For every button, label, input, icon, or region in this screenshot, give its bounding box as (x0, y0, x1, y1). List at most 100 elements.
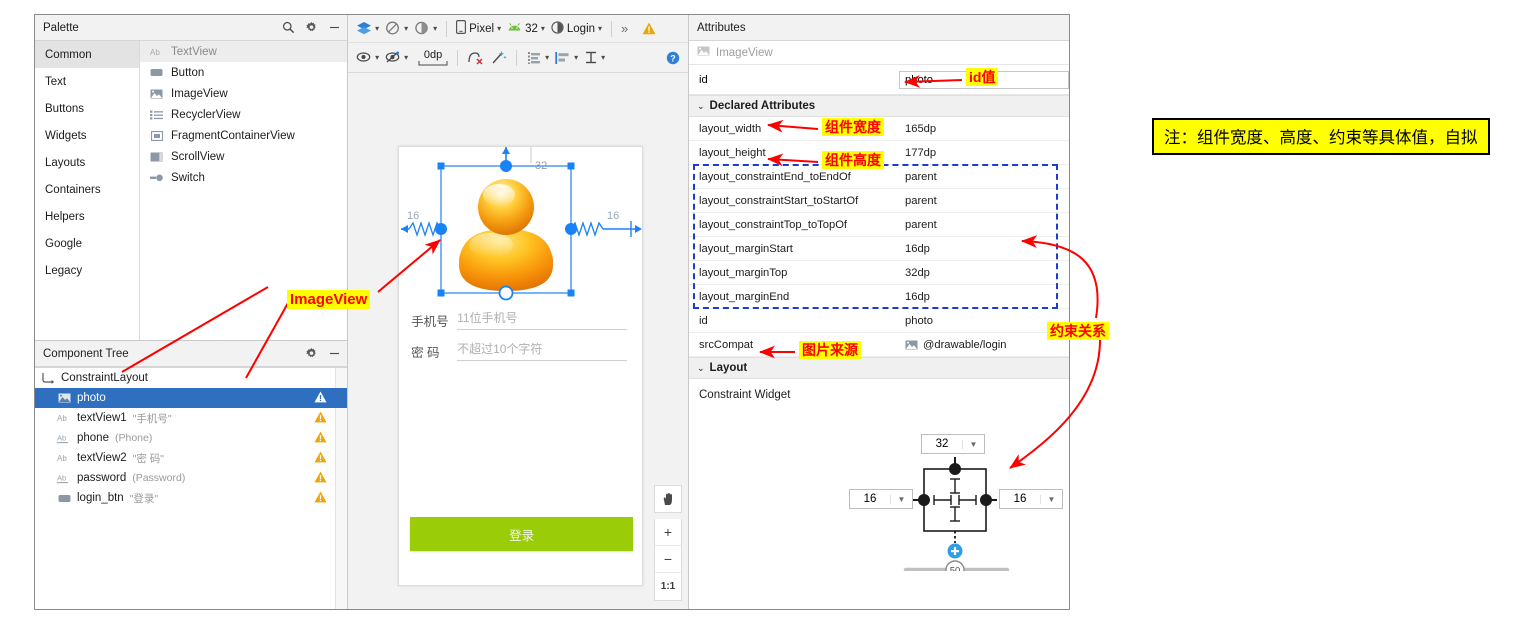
section-declared-attributes[interactable]: ⌄ Declared Attributes (689, 95, 1069, 117)
minimize-icon[interactable] (327, 347, 341, 361)
baseline-icon[interactable]: ▾ (581, 49, 608, 67)
warning-icon[interactable] (314, 411, 327, 426)
zoom-out-button[interactable]: − (655, 546, 681, 573)
toggle-constraints-icon[interactable]: ▾ (382, 49, 411, 66)
zoom-actual-size-button[interactable]: 1:1 (655, 573, 681, 600)
attribute-value[interactable]: 177dp (899, 147, 1069, 159)
warning-icon[interactable] (314, 471, 327, 486)
constraint-widget[interactable]: 32 ▼ 16 ▼ 16 ▼ 50 (689, 401, 1069, 571)
attribute-row-marginstart[interactable]: layout_marginStart 16dp (689, 237, 1069, 261)
search-icon[interactable] (281, 21, 295, 35)
switch-icon (149, 171, 164, 184)
preview-phone-input[interactable]: 11位手机号 (457, 309, 628, 330)
preview-password-input[interactable]: 不超过10个字符 (457, 340, 628, 361)
attribute-value[interactable]: 32dp (899, 267, 1069, 279)
attribute-value[interactable]: parent (899, 219, 1069, 231)
attribute-value[interactable]: photo (899, 315, 1069, 327)
palette-category-widgets[interactable]: Widgets (35, 122, 139, 149)
api-label: 32 (525, 22, 538, 35)
tree-node-phone[interactable]: Ab phone (Phone) (35, 428, 347, 448)
overflow-chevrons[interactable]: » (618, 19, 631, 38)
attribute-row-id-dup[interactable]: id photo (689, 309, 1069, 333)
tree-node-constraintlayout[interactable]: ConstraintLayout (35, 368, 347, 388)
tree-node-photo[interactable]: photo (35, 388, 348, 408)
theme-label: Login (566, 22, 596, 35)
attribute-value[interactable]: 165dp (899, 123, 1069, 135)
attribute-value[interactable]: 16dp (899, 291, 1069, 303)
palette-category-helpers[interactable]: Helpers (35, 203, 139, 230)
clear-constraints-icon[interactable] (464, 48, 487, 67)
tree-node-label: password (77, 472, 127, 484)
zoom-in-button[interactable]: + (655, 519, 681, 546)
tree-node-textview1[interactable]: Ab textView1 "手机号" (35, 408, 347, 428)
tree-node-value: (Password) (132, 472, 186, 484)
palette-category-google[interactable]: Google (35, 230, 139, 257)
preview-login-button[interactable]: 登录 (410, 517, 634, 551)
gear-icon[interactable] (304, 21, 318, 35)
minimize-icon[interactable] (327, 21, 341, 35)
palette-category-legacy[interactable]: Legacy (35, 257, 139, 284)
align-icon[interactable]: ▾ (552, 49, 581, 67)
attribute-row-margintop[interactable]: layout_marginTop 32dp (689, 261, 1069, 285)
palette-category-text[interactable]: Text (35, 68, 139, 95)
phone-preview[interactable]: 32 16 16 手机号 11位手机号 密 码 不超过10个字符 登录 (398, 146, 644, 586)
palette-item-label: ImageView (171, 87, 228, 100)
theme-selector[interactable]: Login ▾ (548, 19, 605, 39)
constraint-widget-title: Constraint Widget (699, 389, 791, 401)
api-selector[interactable]: 32 ▾ (504, 20, 548, 38)
android-icon (507, 22, 522, 36)
tree-node-textview2[interactable]: Ab textView2 "密 码" (35, 448, 347, 468)
attribute-key: id (699, 314, 708, 327)
attribute-key: layout_constraintStart_toStartOf (699, 194, 859, 207)
tree-node-label: textView2 (77, 452, 127, 464)
palette-category-containers[interactable]: Containers (35, 176, 139, 203)
edittext-icon: Ab (57, 432, 71, 444)
warning-icon[interactable] (314, 391, 327, 406)
annotation-id-value: id值 (966, 68, 999, 87)
preview-phone-label: 手机号 (411, 315, 449, 329)
palette-category-common[interactable]: Common (35, 41, 139, 68)
attribute-row-constrainttop-totopof[interactable]: layout_constraintTop_toTopOf parent (689, 213, 1069, 237)
palette-item-textview[interactable]: Ab TextView (140, 41, 348, 62)
constraint-widget-diagram[interactable]: 50 (689, 401, 1069, 571)
attribute-value[interactable]: parent (899, 195, 1069, 207)
preview-phone-field[interactable]: 手机号 11位手机号 (411, 309, 628, 330)
warning-icon[interactable] (639, 20, 659, 37)
attribute-value[interactable]: 16dp (899, 243, 1069, 255)
tree-node-password[interactable]: Ab password (Password) (35, 468, 347, 488)
palette-item-switch[interactable]: Switch (140, 167, 347, 188)
attribute-row-srccompat[interactable]: srcCompat @drawable/login (689, 333, 1069, 357)
attribute-value[interactable]: parent (899, 171, 1069, 183)
component-tree-panel: Component Tree ConstraintLayout photo Ab… (35, 341, 348, 609)
design-mode-icon[interactable]: ▾ (353, 19, 382, 38)
infer-constraints-icon[interactable] (487, 48, 510, 67)
section-layout[interactable]: ⌄ Layout (689, 357, 1069, 379)
palette-category-layouts[interactable]: Layouts (35, 149, 139, 176)
section-label: Layout (709, 362, 748, 374)
default-margin[interactable]: 0dp (415, 47, 451, 68)
palette-item-button[interactable]: Button (140, 62, 347, 83)
help-icon[interactable]: ? (663, 49, 683, 67)
blueprint-mode-icon[interactable]: ▾ (382, 19, 411, 38)
palette-item-scrollview[interactable]: ScrollView (140, 146, 347, 167)
palette-category-buttons[interactable]: Buttons (35, 95, 139, 122)
palette-item-imageview[interactable]: ImageView (140, 83, 347, 104)
attribute-row-constraintstart-tostartof[interactable]: layout_constraintStart_toStartOf parent (689, 189, 1069, 213)
preview-password-field[interactable]: 密 码 不超过10个字符 (411, 340, 628, 361)
attribute-row-marginend[interactable]: layout_marginEnd 16dp (689, 285, 1069, 309)
warning-icon[interactable] (314, 451, 327, 466)
palette-item-recyclerview[interactable]: RecyclerView (140, 104, 347, 125)
warning-icon[interactable] (314, 431, 327, 446)
gear-icon[interactable] (304, 347, 318, 361)
contrast-icon (551, 20, 564, 37)
guidelines-icon[interactable]: ▾ (523, 49, 552, 67)
palette-item-fragmentcontainerview[interactable]: FragmentContainerView (140, 125, 347, 146)
view-options-icon[interactable]: ▾ (353, 49, 382, 66)
warning-icon[interactable] (314, 491, 327, 506)
design-canvas[interactable]: 32 16 16 手机号 11位手机号 密 码 不超过10个字符 登录 + − … (348, 73, 688, 609)
theme-icon[interactable]: ▾ (411, 19, 440, 38)
pan-icon[interactable] (654, 485, 682, 513)
android-studio-layout-editor: Palette Common Text Buttons Widgets Layo… (34, 14, 1070, 610)
device-selector[interactable]: Pixel ▾ (453, 18, 504, 39)
tree-node-login-btn[interactable]: login_btn "登录" (35, 488, 347, 508)
